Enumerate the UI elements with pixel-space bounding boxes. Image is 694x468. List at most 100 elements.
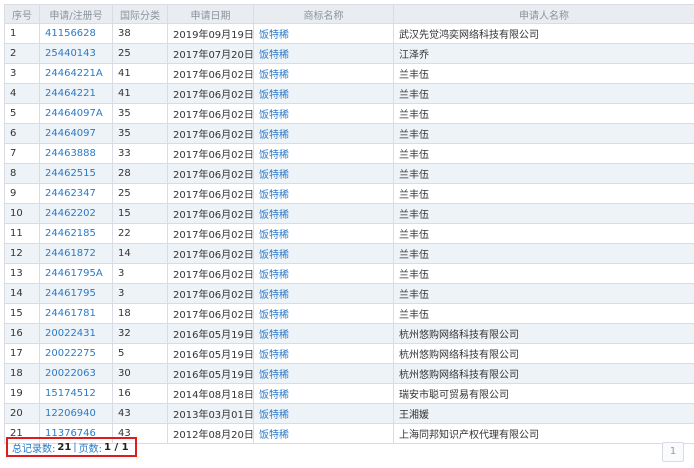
- cell-application-date: 2017年06月02日: [167, 143, 254, 164]
- cell-applicant-name: 兰丰伍: [393, 163, 694, 184]
- cell-application-number[interactable]: 24462515: [39, 163, 113, 184]
- cell-international-class: 30: [112, 363, 168, 384]
- cell-applicant-name: 兰丰伍: [393, 143, 694, 164]
- cell-international-class: 3: [112, 263, 168, 284]
- cell-trademark-name[interactable]: 饭特稀: [253, 163, 394, 184]
- cell-application-date: 2016年05月19日: [167, 343, 254, 364]
- cell-application-date: 2016年05月19日: [167, 323, 254, 344]
- cell-index: 7: [4, 143, 40, 164]
- cell-trademark-name[interactable]: 饭特稀: [253, 383, 394, 404]
- cell-application-date: 2017年06月02日: [167, 83, 254, 104]
- page-1-button[interactable]: 1: [662, 442, 684, 462]
- cell-trademark-name[interactable]: 饭特稀: [253, 143, 394, 164]
- cell-index: 3: [4, 63, 40, 84]
- cell-international-class: 14: [112, 243, 168, 264]
- cell-application-number[interactable]: 24464097A: [39, 103, 113, 124]
- cell-application-number[interactable]: 25440143: [39, 43, 113, 64]
- cell-application-number[interactable]: 24464097: [39, 123, 113, 144]
- cell-applicant-name: 杭州悠购网络科技有限公司: [393, 343, 694, 364]
- table-row: 11 24462185 22 2017年06月02日 饭特稀 兰丰伍: [4, 223, 694, 244]
- cell-application-date: 2017年06月02日: [167, 243, 254, 264]
- cell-application-number[interactable]: 24461872: [39, 243, 113, 264]
- cell-application-number[interactable]: 24464221A: [39, 63, 113, 84]
- cell-trademark-name[interactable]: 饭特稀: [253, 43, 394, 64]
- cell-trademark-name[interactable]: 饭特稀: [253, 123, 394, 144]
- cell-application-number[interactable]: 20022275: [39, 343, 113, 364]
- cell-trademark-name[interactable]: 饭特稀: [253, 63, 394, 84]
- cell-trademark-name[interactable]: 饭特稀: [253, 403, 394, 424]
- cell-index: 5: [4, 103, 40, 124]
- cell-application-date: 2017年06月02日: [167, 283, 254, 304]
- pages-label: 页数:: [78, 443, 103, 455]
- cell-trademark-name[interactable]: 饭特稀: [253, 263, 394, 284]
- cell-trademark-name[interactable]: 饭特稀: [253, 343, 394, 364]
- cell-application-date: 2017年06月02日: [167, 303, 254, 324]
- cell-trademark-name[interactable]: 饭特稀: [253, 303, 394, 324]
- cell-application-date: 2017年06月02日: [167, 203, 254, 224]
- cell-trademark-name[interactable]: 饭特稀: [253, 363, 394, 384]
- cell-index: 12: [4, 243, 40, 264]
- cell-application-number[interactable]: 24461795A: [39, 263, 113, 284]
- cell-applicant-name: 兰丰伍: [393, 183, 694, 204]
- cell-application-number[interactable]: 24463888: [39, 143, 113, 164]
- cell-application-number[interactable]: 24461781: [39, 303, 113, 324]
- cell-index: 20: [4, 403, 40, 424]
- header-application-date: 申请日期: [167, 4, 254, 24]
- table-row: 7 24463888 33 2017年06月02日 饭特稀 兰丰伍: [4, 143, 694, 164]
- cell-applicant-name: 兰丰伍: [393, 263, 694, 284]
- cell-trademark-name[interactable]: 饭特稀: [253, 83, 394, 104]
- cell-application-number[interactable]: 24462185: [39, 223, 113, 244]
- cell-trademark-name[interactable]: 饭特稀: [253, 423, 394, 444]
- cell-applicant-name: 江泽乔: [393, 43, 694, 64]
- cell-international-class: 18: [112, 303, 168, 324]
- cell-international-class: 43: [112, 403, 168, 424]
- cell-index: 15: [4, 303, 40, 324]
- cell-application-date: 2017年06月02日: [167, 223, 254, 244]
- table-body: 1 41156628 38 2019年09月19日 饭特稀 武汉先觉鸿奕网络科技有限公司 2…: [4, 23, 694, 444]
- cell-trademark-name[interactable]: 饭特稀: [253, 243, 394, 264]
- cell-international-class: 5: [112, 343, 168, 364]
- cell-international-class: 35: [112, 123, 168, 144]
- cell-trademark-name[interactable]: 饭特稀: [253, 103, 394, 124]
- cell-applicant-name: 兰丰伍: [393, 103, 694, 124]
- cell-trademark-name[interactable]: 饭特稀: [253, 23, 394, 44]
- pages-value: 1 / 1: [104, 441, 129, 453]
- table-row: 14 24461795 3 2017年06月02日 饭特稀 兰丰伍: [4, 283, 694, 304]
- cell-application-number[interactable]: 15174512: [39, 383, 113, 404]
- cell-application-number[interactable]: 24464221: [39, 83, 113, 104]
- cell-application-date: 2012年08月20日: [167, 423, 254, 444]
- cell-application-number[interactable]: 24462202: [39, 203, 113, 224]
- cell-trademark-name[interactable]: 饭特稀: [253, 223, 394, 244]
- cell-index: 18: [4, 363, 40, 384]
- table-row: 6 24464097 35 2017年06月02日 饭特稀 兰丰伍: [4, 123, 694, 144]
- cell-application-number[interactable]: 20022063: [39, 363, 113, 384]
- table-row: 13 24461795A 3 2017年06月02日 饭特稀 兰丰伍: [4, 263, 694, 284]
- cell-application-number[interactable]: 24462347: [39, 183, 113, 204]
- cell-applicant-name: 杭州悠购网络科技有限公司: [393, 323, 694, 344]
- table-row: 10 24462202 15 2017年06月02日 饭特稀 兰丰伍: [4, 203, 694, 224]
- cell-trademark-name[interactable]: 饭特稀: [253, 323, 394, 344]
- cell-trademark-name[interactable]: 饭特稀: [253, 183, 394, 204]
- cell-applicant-name: 兰丰伍: [393, 243, 694, 264]
- cell-application-number[interactable]: 41156628: [39, 23, 113, 44]
- cell-applicant-name: 杭州悠购网络科技有限公司: [393, 363, 694, 384]
- cell-application-number[interactable]: 24461795: [39, 283, 113, 304]
- cell-applicant-name: 兰丰伍: [393, 203, 694, 224]
- table-header-row: 序号 申请/注册号 国际分类 申请日期 商标名称 申请人名称: [4, 4, 694, 24]
- table-row: 12 24461872 14 2017年06月02日 饭特稀 兰丰伍: [4, 243, 694, 264]
- header-trademark-name: 商标名称: [253, 4, 394, 24]
- cell-international-class: 15: [112, 203, 168, 224]
- cell-trademark-name[interactable]: 饭特稀: [253, 283, 394, 304]
- cell-application-date: 2017年06月02日: [167, 163, 254, 184]
- table-row: 19 15174512 16 2014年08月18日 饭特稀 瑞安市聪可贸易有限公司: [4, 383, 694, 404]
- cell-application-date: 2016年05月19日: [167, 363, 254, 384]
- cell-international-class: 33: [112, 143, 168, 164]
- cell-international-class: 25: [112, 43, 168, 64]
- record-summary: 总记录数: 21 | 页数: 1 / 1: [6, 437, 137, 457]
- cell-application-number[interactable]: 12206940: [39, 403, 113, 424]
- cell-trademark-name[interactable]: 饭特稀: [253, 203, 394, 224]
- cell-index: 6: [4, 123, 40, 144]
- header-index: 序号: [4, 4, 40, 24]
- table-row: 5 24464097A 35 2017年06月02日 饭特稀 兰丰伍: [4, 103, 694, 124]
- cell-application-number[interactable]: 20022431: [39, 323, 113, 344]
